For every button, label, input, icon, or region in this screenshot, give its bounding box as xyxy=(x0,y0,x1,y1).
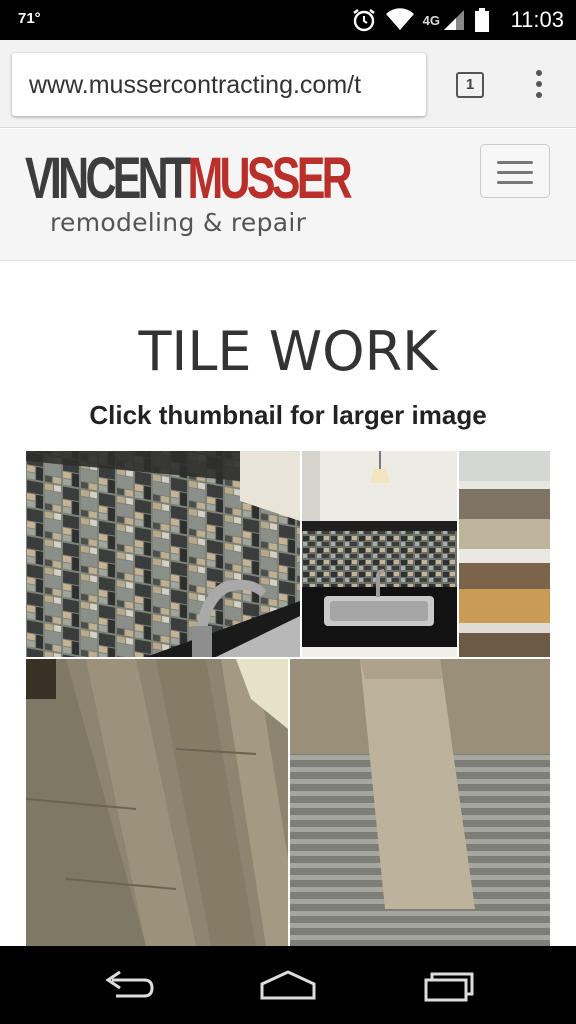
site-logo[interactable]: VINCENTMUSSER remodeling & repair xyxy=(25,146,463,238)
site-header: VINCENTMUSSER remodeling & repair xyxy=(0,129,576,261)
tab-switcher-button[interactable]: 1 xyxy=(456,72,484,98)
browser-toolbar: www.mussercontracting.com/t 1 xyxy=(0,40,576,128)
page-subtitle: Click thumbnail for larger image xyxy=(89,400,487,430)
system-navigation-bar xyxy=(0,946,576,1024)
logo-last-name: MUSSER xyxy=(187,146,352,211)
recent-apps-icon[interactable] xyxy=(418,966,478,1006)
thumbnail-floor-steps[interactable] xyxy=(459,451,550,657)
url-bar[interactable]: www.mussercontracting.com/t xyxy=(12,53,426,116)
temperature-readout: 71° xyxy=(18,10,41,27)
thumbnail-sink-backsplash[interactable] xyxy=(302,451,457,657)
home-icon[interactable] xyxy=(258,966,318,1006)
signal-icon xyxy=(444,10,464,30)
back-icon[interactable] xyxy=(98,966,158,1006)
overflow-menu-icon[interactable] xyxy=(528,70,550,102)
url-text: www.mussercontracting.com/t xyxy=(29,71,362,99)
thumbnail-tile-plank-on-mortar[interactable] xyxy=(290,659,550,946)
thumbnail-wood-look-floor[interactable] xyxy=(26,659,288,946)
hamburger-menu-button[interactable] xyxy=(480,144,550,198)
thumbnail-kitchen-backsplash[interactable] xyxy=(26,451,300,657)
wifi-icon xyxy=(385,8,414,30)
logo-tagline: remodeling & repair xyxy=(50,208,307,237)
clock: 11:03 xyxy=(510,7,564,32)
battery-icon xyxy=(475,8,489,32)
status-bar: 71° 4G 11:03 xyxy=(0,0,576,40)
logo-first-name: VINCENT xyxy=(25,146,191,211)
network-type-label: 4G xyxy=(422,12,440,28)
page-title: TILE WORK xyxy=(138,320,438,383)
alarm-icon xyxy=(352,9,375,32)
